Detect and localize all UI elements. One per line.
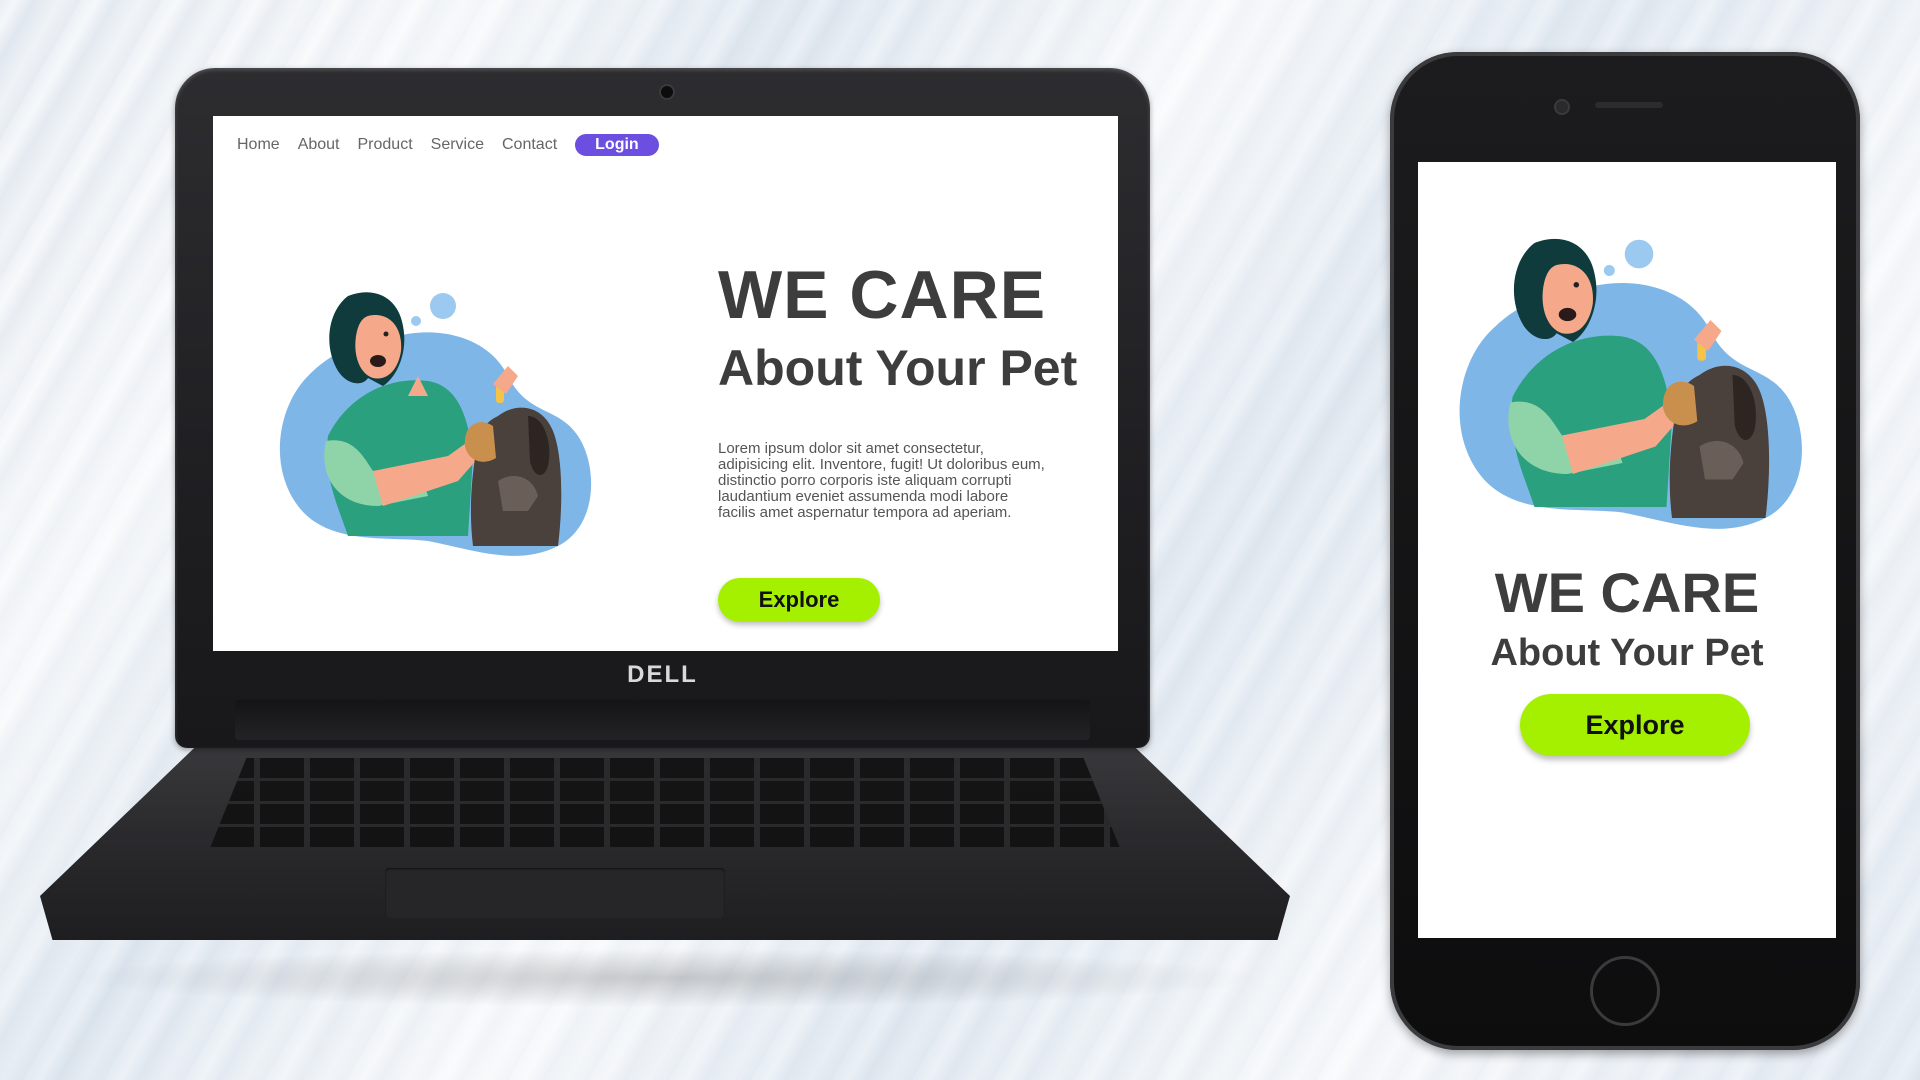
- laptop-keyboard: [210, 758, 1120, 848]
- laptop-shadow: [60, 948, 1270, 1008]
- mobile-hero-subtitle: About Your Pet: [1490, 632, 1764, 674]
- nav-about[interactable]: About: [298, 136, 340, 154]
- home-button-icon[interactable]: [1590, 956, 1660, 1026]
- nav-service[interactable]: Service: [431, 136, 484, 154]
- webcam-icon: [659, 84, 675, 100]
- phone-screen: WE CARE About Your Pet Explore: [1418, 162, 1836, 938]
- laptop-brand-logo: DELL: [627, 661, 698, 688]
- explore-button[interactable]: Explore: [718, 578, 880, 622]
- login-button[interactable]: Login: [575, 134, 659, 156]
- nav-product[interactable]: Product: [358, 136, 413, 154]
- phone-device: WE CARE About Your Pet Explore: [1390, 52, 1860, 1050]
- mobile-hero-title: WE CARE: [1494, 561, 1760, 624]
- nav-home[interactable]: Home: [237, 136, 280, 154]
- nav-contact[interactable]: Contact: [502, 136, 557, 154]
- front-camera-icon: [1554, 99, 1570, 115]
- laptop-touchpad: [385, 868, 725, 918]
- hero-title: WE CARE: [718, 257, 1047, 333]
- woman-with-dog-illustration: [279, 292, 592, 556]
- woman-with-dog-illustration: [1459, 238, 1802, 529]
- phone-speaker: [1595, 102, 1663, 108]
- laptop-hinge: [235, 700, 1090, 740]
- laptop-lid: Home About Product Service Contact Login: [175, 68, 1150, 748]
- laptop-screen: Home About Product Service Contact Login: [213, 116, 1118, 651]
- hero-description: Lorem ipsum dolor sit amet consectetur, …: [718, 440, 1045, 521]
- top-nav: Home About Product Service Contact Login: [237, 134, 659, 156]
- hero-subtitle: About Your Pet: [718, 340, 1078, 396]
- laptop-device: Home About Product Service Contact Login: [40, 68, 1290, 1028]
- mobile-explore-button[interactable]: Explore: [1520, 694, 1750, 756]
